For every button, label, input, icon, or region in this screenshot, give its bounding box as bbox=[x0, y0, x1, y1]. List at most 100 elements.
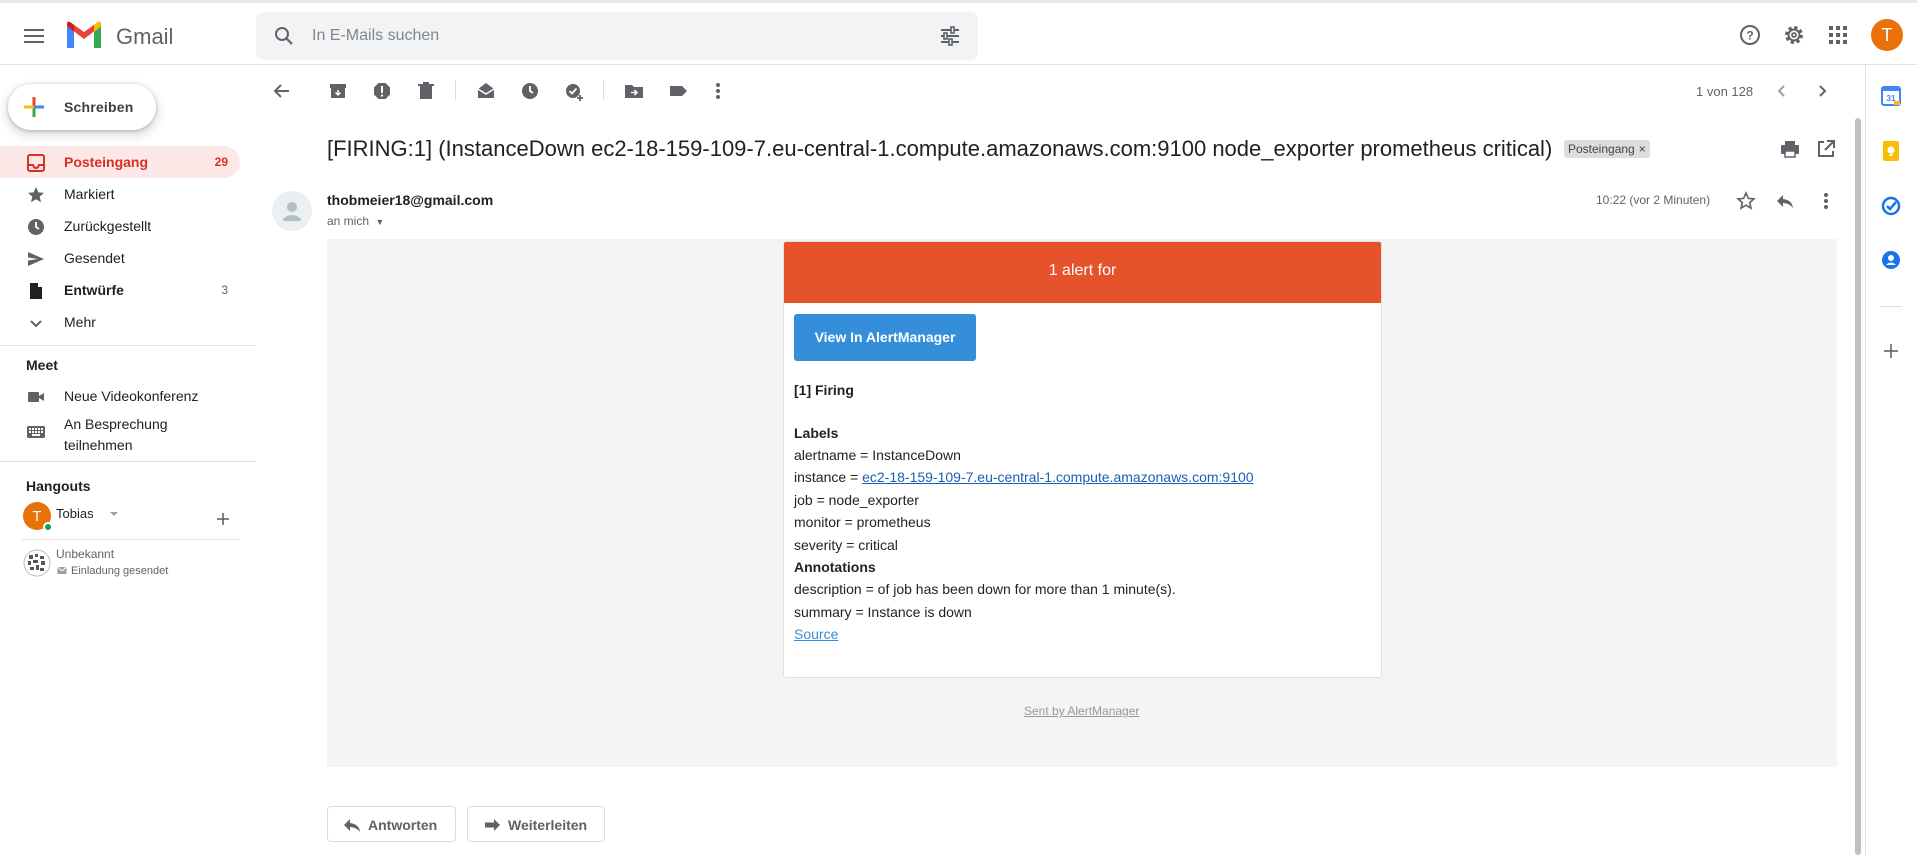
hangouts-divider bbox=[22, 539, 240, 540]
apps-grid-icon[interactable] bbox=[1826, 23, 1850, 47]
move-to-folder-icon[interactable] bbox=[623, 80, 645, 102]
keep-notes-icon[interactable] bbox=[1880, 140, 1902, 162]
meet-join-meeting[interactable]: An Besprechung teilnehmen bbox=[0, 412, 240, 456]
newer-chevron-left-icon[interactable] bbox=[1771, 80, 1793, 102]
search-icon[interactable] bbox=[272, 24, 296, 48]
header: Gmail ? T bbox=[0, 3, 1917, 65]
search-bar[interactable] bbox=[256, 12, 978, 60]
mark-unread-icon[interactable] bbox=[475, 80, 497, 102]
sidebar-item-drafts[interactable]: Entwürfe 3 bbox=[0, 274, 240, 306]
gmail-logo-icon[interactable] bbox=[64, 20, 104, 50]
sidebar-item-snoozed[interactable]: Zurückgestellt bbox=[0, 210, 240, 242]
add-hangout-plus-icon[interactable] bbox=[213, 509, 233, 529]
archive-icon[interactable] bbox=[327, 80, 349, 102]
firing-heading: [1] Firing bbox=[794, 382, 854, 398]
annotation-summary: summary = Instance is down bbox=[794, 604, 972, 620]
annotations-heading: Annotations bbox=[794, 559, 876, 575]
send-icon bbox=[28, 252, 44, 266]
forward-label: Weiterleiten bbox=[508, 817, 588, 833]
sidebar-item-label: Mehr bbox=[64, 314, 96, 330]
sender-avatar[interactable] bbox=[272, 191, 312, 231]
clock-icon bbox=[28, 219, 44, 235]
draft-count: 3 bbox=[221, 283, 228, 297]
sidebar-item-inbox[interactable]: Posteingang 29 bbox=[0, 146, 240, 178]
email-body: 1 alert for View In AlertManager [1] Fir… bbox=[327, 239, 1837, 767]
report-spam-icon[interactable] bbox=[371, 80, 393, 102]
message-scrollbar[interactable] bbox=[1855, 118, 1861, 855]
compose-button[interactable]: Schreiben bbox=[8, 84, 156, 130]
meet-section-title: Meet bbox=[26, 357, 58, 373]
sidebar-item-label: Entwürfe bbox=[64, 282, 124, 298]
person-icon bbox=[283, 202, 301, 221]
label-alertname: alertname = InstanceDown bbox=[794, 447, 961, 463]
inbox-label-chip[interactable]: Posteingang × bbox=[1564, 140, 1650, 158]
forward-arrow-icon bbox=[485, 819, 500, 831]
search-options-icon[interactable] bbox=[938, 24, 962, 48]
alert-card: 1 alert for View In AlertManager [1] Fir… bbox=[783, 241, 1382, 678]
star-message-icon[interactable] bbox=[1735, 190, 1757, 212]
sender-email[interactable]: thobmeier18@gmail.com bbox=[327, 192, 493, 208]
recipient-dropdown-icon[interactable]: ▼ bbox=[375, 217, 384, 227]
label-monitor: monitor = prometheus bbox=[794, 514, 931, 530]
sidebar-item-label: Markiert bbox=[64, 186, 115, 202]
settings-gear-icon[interactable] bbox=[1782, 23, 1806, 47]
unknown-contact-avatar-icon[interactable] bbox=[23, 549, 51, 577]
sent-by-alertmanager-link[interactable]: Sent by AlertManager bbox=[1024, 704, 1139, 718]
reply-button[interactable]: Antworten bbox=[327, 806, 456, 842]
hangouts-status-dropdown-icon[interactable] bbox=[108, 509, 120, 519]
annotation-description: description = of job has been down for m… bbox=[794, 581, 1176, 597]
sidebar-divider bbox=[0, 461, 256, 462]
recipient-text: an mich bbox=[327, 214, 370, 228]
sidebar-item-starred[interactable]: Markiert bbox=[0, 178, 240, 210]
source-link-row: Source bbox=[794, 626, 838, 642]
open-in-new-window-icon[interactable] bbox=[1815, 138, 1837, 160]
contacts-icon[interactable] bbox=[1880, 249, 1902, 271]
online-status-dot bbox=[43, 522, 53, 532]
search-input[interactable] bbox=[312, 22, 872, 50]
older-chevron-right-icon[interactable] bbox=[1811, 80, 1833, 102]
chevron-down-icon bbox=[30, 320, 42, 328]
meet-new-meeting[interactable]: Neue Videokonferenz bbox=[0, 380, 240, 412]
meet-join-label-line1: An Besprechung bbox=[64, 416, 168, 432]
forward-button[interactable]: Weiterleiten bbox=[467, 806, 605, 842]
meet-new-meeting-label: Neue Videokonferenz bbox=[64, 388, 199, 404]
recipient-details[interactable]: an mich ▼ bbox=[327, 214, 384, 228]
calendar-icon[interactable]: 31 bbox=[1880, 85, 1902, 107]
sidebar-divider bbox=[0, 345, 256, 346]
back-arrow-icon[interactable] bbox=[271, 80, 293, 102]
add-addon-plus-icon[interactable] bbox=[1880, 340, 1902, 362]
instance-prefix: instance = bbox=[794, 469, 863, 485]
tasks-icon[interactable] bbox=[1880, 195, 1902, 217]
add-to-tasks-icon[interactable] bbox=[563, 80, 585, 102]
snooze-clock-icon[interactable] bbox=[519, 80, 541, 102]
more-options-vertical-icon[interactable] bbox=[707, 80, 729, 102]
sidebar-item-label: Zurückgestellt bbox=[64, 218, 152, 234]
compose-label: Schreiben bbox=[64, 99, 134, 115]
print-icon[interactable] bbox=[1779, 138, 1801, 160]
delete-trash-icon[interactable] bbox=[415, 80, 437, 102]
source-link[interactable]: Source bbox=[794, 626, 838, 642]
view-in-alertmanager-button[interactable]: View In AlertManager bbox=[794, 314, 976, 361]
sidebar-item-label: Posteingang bbox=[64, 154, 149, 170]
unknown-contact-name[interactable]: Unbekannt bbox=[56, 547, 114, 561]
side-panel-rail: 31 bbox=[1865, 65, 1917, 855]
instance-link[interactable]: ec2-18-159-109-7.eu-central-1.compute.am… bbox=[862, 469, 1253, 485]
sidebar-item-more[interactable]: Mehr bbox=[0, 306, 240, 338]
help-icon[interactable]: ? bbox=[1738, 23, 1762, 47]
inbox-icon bbox=[27, 154, 45, 172]
unread-count: 29 bbox=[214, 155, 228, 169]
account-avatar[interactable]: T bbox=[1871, 19, 1903, 51]
rail-divider bbox=[1880, 306, 1902, 307]
hangouts-user-name[interactable]: Tobias bbox=[56, 506, 94, 521]
sidebar-item-label: Gesendet bbox=[64, 250, 125, 266]
labels-heading: Labels bbox=[794, 425, 839, 441]
app-name: Gmail bbox=[116, 24, 174, 49]
invite-status: Einladung gesendet bbox=[71, 565, 169, 577]
main-menu-button[interactable] bbox=[20, 21, 50, 51]
mail-invite-icon bbox=[57, 566, 67, 574]
label-tag-icon[interactable] bbox=[667, 80, 689, 102]
sidebar-item-sent[interactable]: Gesendet bbox=[0, 242, 240, 274]
remove-label-button[interactable]: × bbox=[1639, 142, 1646, 156]
reply-icon[interactable] bbox=[1774, 190, 1796, 212]
message-more-options-icon[interactable] bbox=[1815, 190, 1837, 212]
